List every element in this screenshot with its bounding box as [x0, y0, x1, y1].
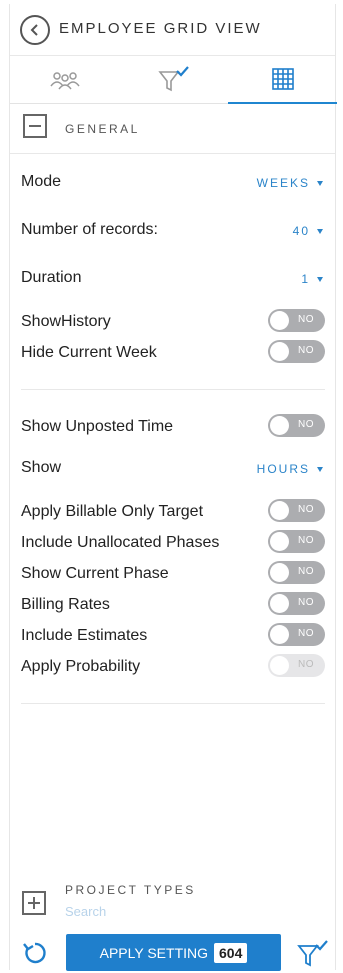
caret-down-icon: [317, 180, 323, 186]
duration-dropdown[interactable]: 1: [301, 272, 323, 286]
include-unallocated-phases-label: Include Unallocated Phases: [21, 534, 220, 551]
toggle-knob: [270, 342, 289, 361]
apply-setting-label: APPLY SETTING: [99, 944, 209, 961]
apply-count-badge: 604: [214, 942, 248, 963]
toggle-state: NO: [298, 597, 314, 608]
hide-current-week-toggle[interactable]: NO: [268, 340, 325, 363]
show-current-phase-toggle[interactable]: NO: [268, 561, 325, 584]
grid-icon: [271, 68, 294, 90]
apply-setting-button[interactable]: APPLY SETTING 604: [66, 934, 281, 971]
toggle-state: NO: [298, 345, 314, 356]
page-title: EMPLOYEE GRID VIEW: [59, 20, 262, 37]
apply-probability-label: Apply Probability: [21, 658, 141, 675]
toggle-state: NO: [298, 535, 314, 546]
panel-header: EMPLOYEE GRID VIEW: [10, 4, 335, 56]
toggle-knob: [270, 563, 289, 582]
section-title-project-types: PROJECT TYPES: [65, 883, 196, 897]
include-estimates-label: Include Estimates: [21, 627, 148, 644]
mode-dropdown[interactable]: WEEKS: [257, 176, 323, 190]
records-value: 40: [292, 224, 310, 238]
caret-down-icon: [317, 228, 323, 234]
toggle-state: NO: [298, 419, 314, 430]
refresh-icon: [23, 942, 46, 964]
collapse-button[interactable]: [23, 114, 47, 138]
records-label: Number of records:: [21, 221, 158, 238]
section-title-general: GENERAL: [65, 122, 140, 136]
toggle-knob: [270, 532, 289, 551]
show-value: HOURS: [256, 462, 310, 476]
minus-icon: [29, 125, 41, 127]
show-history-toggle[interactable]: NO: [268, 309, 325, 332]
records-dropdown[interactable]: 40: [293, 224, 323, 238]
show-label: Show: [21, 459, 62, 476]
duration-label: Duration: [21, 269, 82, 286]
mode-label: Mode: [21, 173, 62, 190]
duration-value: 1: [301, 272, 310, 286]
toggle-knob: [270, 501, 289, 520]
section-divider: [21, 703, 325, 704]
plus-icon-vertical: [33, 897, 35, 909]
settings-panel: EMPLOYEE GRID VIEW GENERAL Mode WEEKS Nu…: [9, 4, 337, 973]
chevron-left-icon: [30, 24, 38, 36]
show-unposted-time-label: Show Unposted Time: [21, 418, 174, 435]
toggle-state: NO: [298, 628, 314, 639]
show-history-label: ShowHistory: [21, 313, 111, 330]
toggle-knob: [270, 594, 289, 613]
toggle-state: NO: [298, 314, 314, 325]
show-current-phase-label: Show Current Phase: [21, 565, 169, 582]
toggle-knob: [270, 625, 289, 644]
mode-value: WEEKS: [256, 176, 310, 190]
tab-filter[interactable]: [119, 56, 228, 104]
toggle-knob: [270, 416, 289, 435]
tab-people[interactable]: [10, 56, 119, 104]
project-types-search-input[interactable]: [65, 902, 265, 920]
caret-down-icon: [317, 466, 323, 472]
filter-check-icon: [157, 66, 189, 92]
apply-billable-only-target-label: Apply Billable Only Target: [21, 503, 204, 520]
billing-rates-label: Billing Rates: [21, 596, 110, 613]
show-unposted-time-toggle[interactable]: NO: [268, 414, 325, 437]
caret-down-icon: [317, 276, 323, 282]
section-divider: [21, 389, 325, 390]
include-unallocated-phases-toggle[interactable]: NO: [268, 530, 325, 553]
reset-button[interactable]: [22, 940, 48, 971]
show-dropdown[interactable]: HOURS: [257, 462, 323, 476]
toggle-knob: [270, 656, 289, 675]
billing-rates-toggle[interactable]: NO: [268, 592, 325, 615]
hide-current-week-label: Hide Current Week: [21, 344, 157, 361]
tab-grid[interactable]: [228, 56, 337, 104]
people-icon: [49, 72, 80, 90]
footer-bar: APPLY SETTING 604: [10, 929, 335, 973]
expand-button[interactable]: [22, 891, 46, 915]
apply-billable-only-target-toggle[interactable]: NO: [268, 499, 325, 522]
filter-check-icon: [297, 940, 328, 967]
toggle-state: NO: [298, 566, 314, 577]
toggle-state: NO: [298, 504, 314, 515]
filter-button[interactable]: [296, 938, 330, 973]
back-button[interactable]: [20, 15, 50, 45]
tab-bar: [10, 56, 337, 104]
include-estimates-toggle[interactable]: NO: [268, 623, 325, 646]
toggle-state: NO: [298, 659, 314, 670]
apply-probability-toggle: NO: [268, 654, 325, 677]
general-section-header: GENERAL: [10, 104, 335, 154]
toggle-knob: [270, 311, 289, 330]
